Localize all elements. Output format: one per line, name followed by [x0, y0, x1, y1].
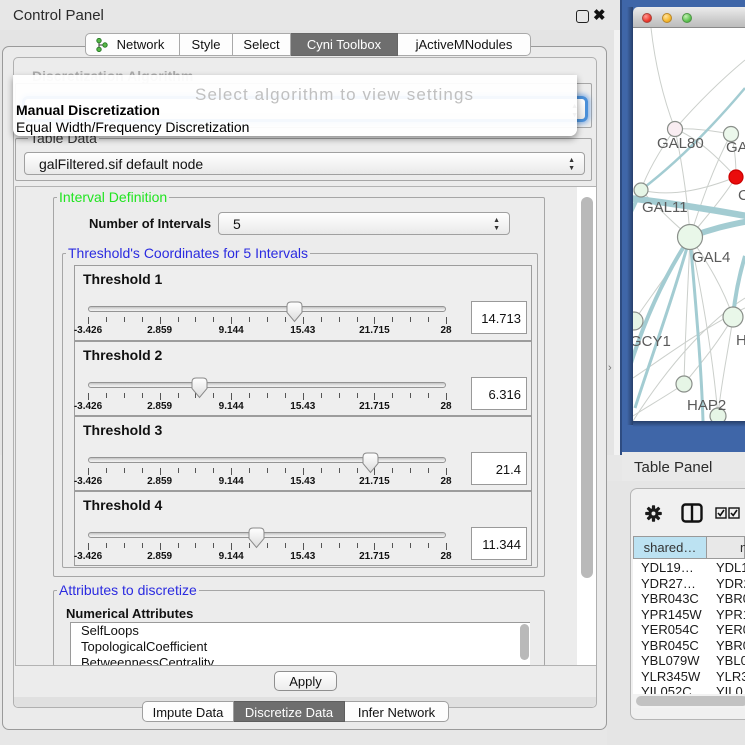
svg-text:GAL4: GAL4: [692, 249, 730, 266]
svg-text:C: C: [738, 187, 745, 204]
svg-text:GAL11: GAL11: [642, 199, 688, 216]
svg-text:HI: HI: [736, 332, 745, 349]
svg-text:GA: GA: [726, 139, 745, 156]
svg-text:GCY1: GCY1: [633, 333, 671, 350]
svg-text:HAP2: HAP2: [687, 397, 726, 414]
svg-text:GAL80: GAL80: [657, 135, 704, 152]
